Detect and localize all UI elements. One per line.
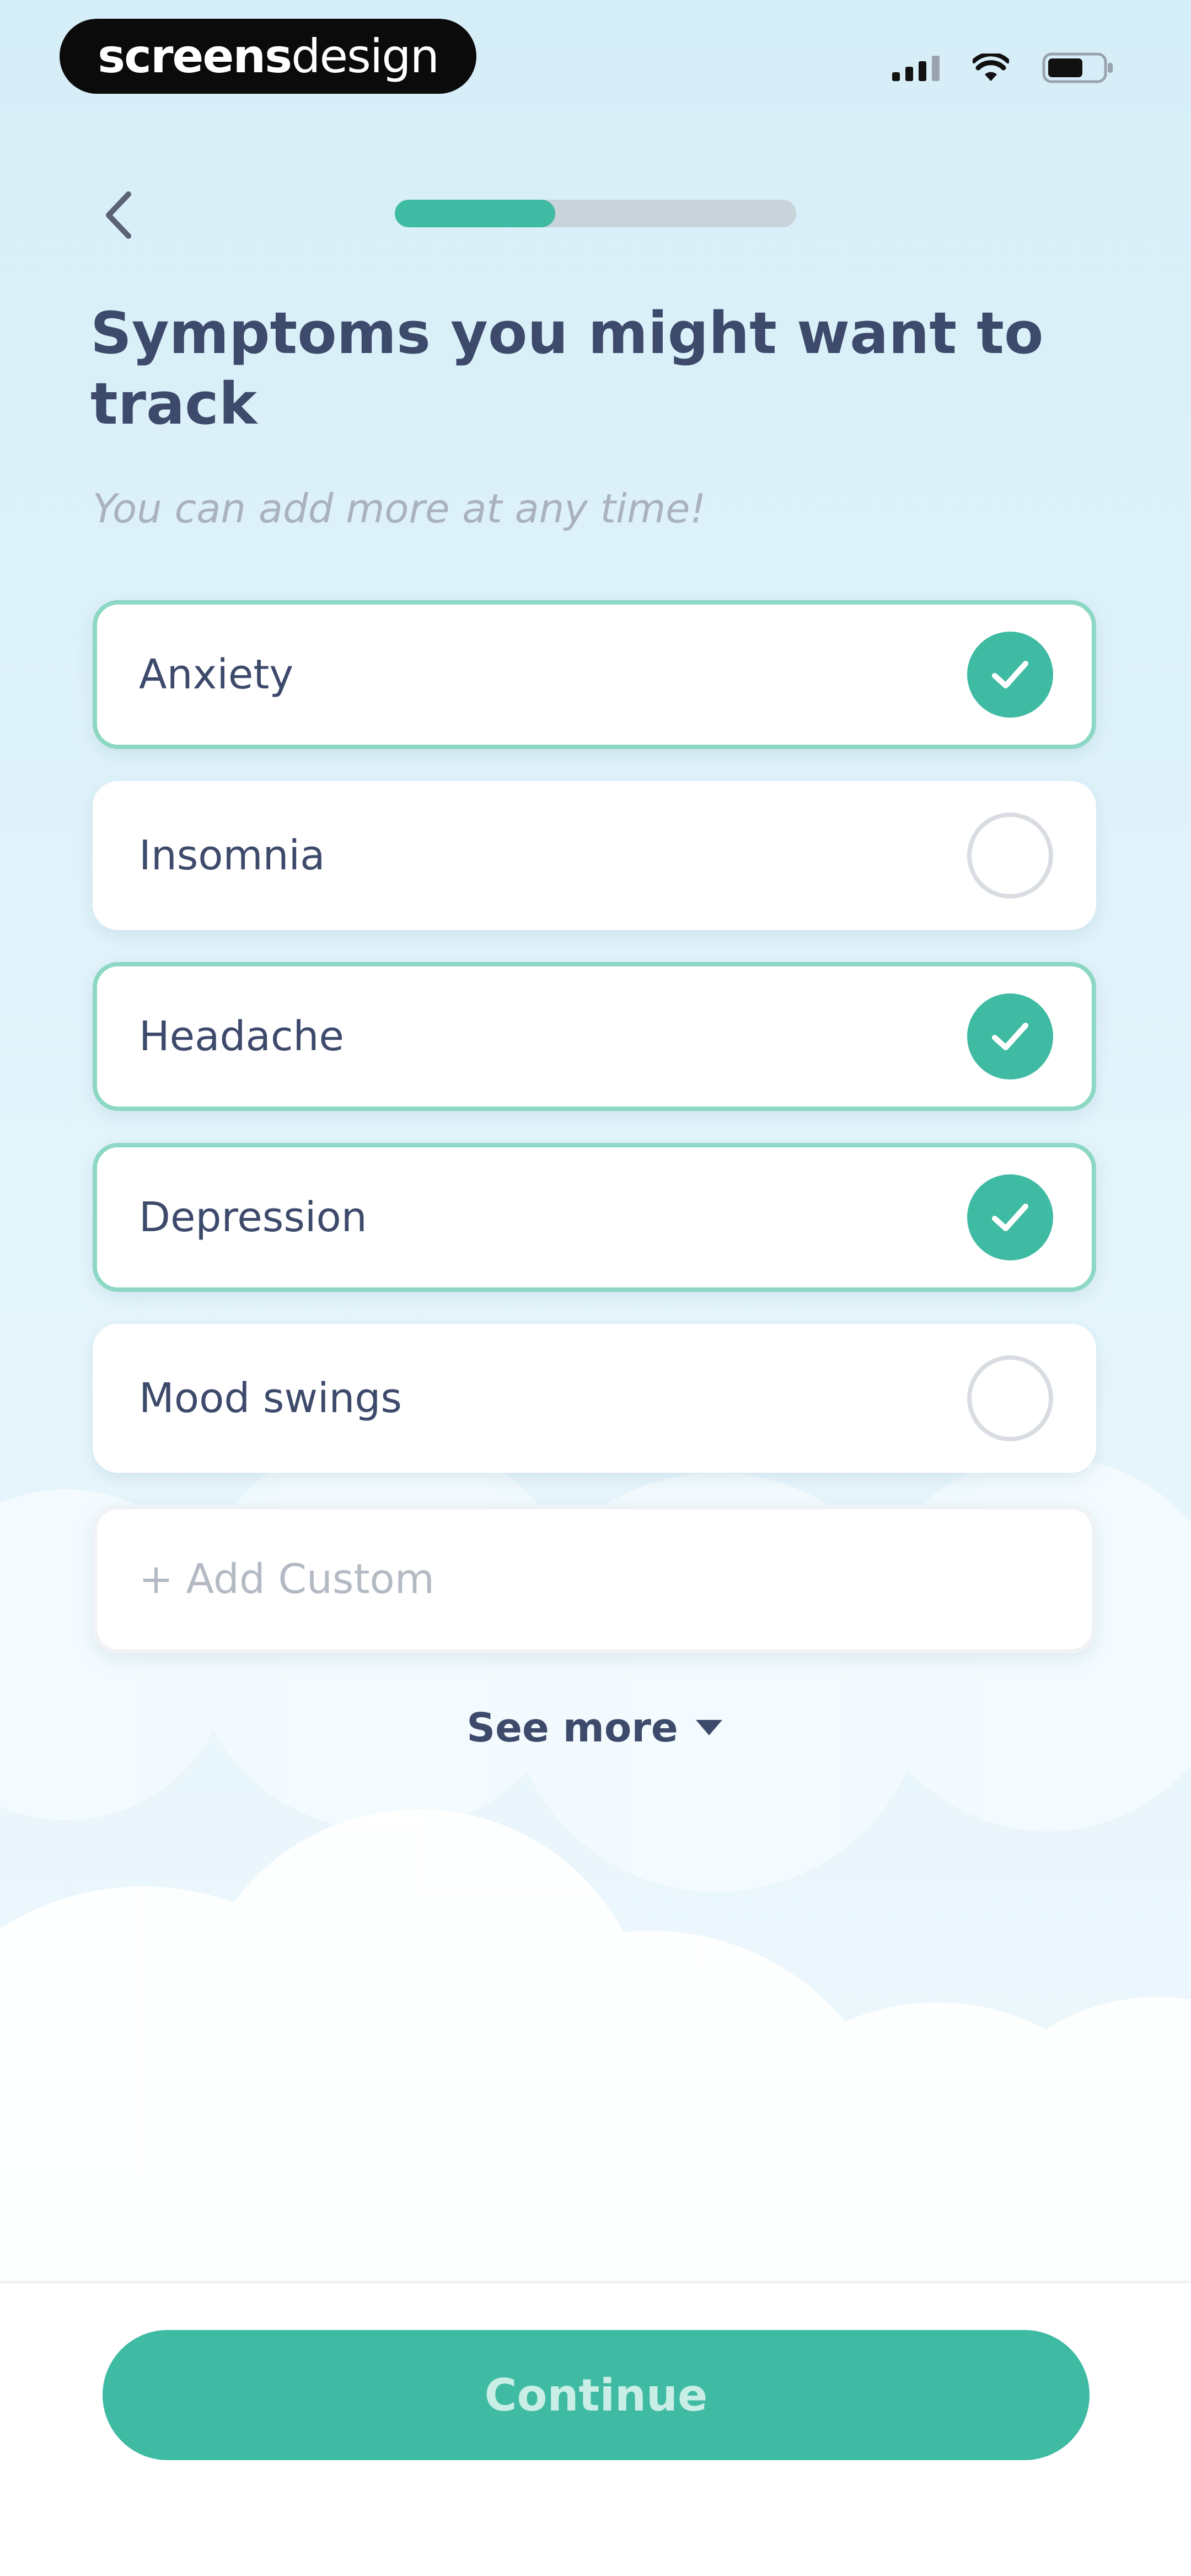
caret-down-icon — [695, 1720, 722, 1735]
option-headache[interactable]: Headache — [93, 962, 1096, 1111]
page-title: Symptoms you might want to track — [90, 300, 1044, 437]
progress-bar — [395, 200, 796, 227]
page-subtitle: You can add more at any time! — [93, 485, 706, 532]
option-label: Depression — [139, 1194, 367, 1241]
check-icon — [967, 993, 1053, 1079]
option-label: Mood swings — [139, 1375, 402, 1422]
signal-icon — [892, 55, 940, 81]
check-icon — [967, 1174, 1053, 1260]
option-label: Insomnia — [139, 832, 325, 879]
symptom-options-list: Anxiety Insomnia Headache Depression Moo… — [93, 600, 1096, 1686]
see-more-button[interactable]: See more — [0, 1704, 1191, 1751]
option-label: Anxiety — [139, 651, 294, 698]
check-icon — [967, 632, 1053, 718]
brand-bold: screens — [98, 29, 292, 83]
option-depression[interactable]: Depression — [93, 1143, 1096, 1292]
progress-fill — [395, 200, 556, 227]
brand-light: design — [291, 29, 439, 83]
status-icons — [892, 49, 1114, 87]
continue-button[interactable]: Continue — [103, 2330, 1090, 2460]
add-custom-placeholder: + Add Custom — [139, 1556, 434, 1603]
back-button[interactable] — [94, 182, 143, 248]
option-anxiety[interactable]: Anxiety — [93, 600, 1096, 749]
brand-logo-text: screensdesign — [98, 29, 439, 83]
option-insomnia[interactable]: Insomnia — [93, 781, 1096, 930]
radio-empty-icon — [967, 1355, 1053, 1441]
brand-badge: screensdesign — [60, 19, 476, 94]
add-custom-input[interactable]: + Add Custom — [93, 1505, 1096, 1654]
battery-icon — [1042, 52, 1113, 83]
screen: screensdesign Symptoms you might want to… — [0, 0, 1191, 2576]
option-mood-swings[interactable]: Mood swings — [93, 1324, 1096, 1473]
option-label: Headache — [139, 1013, 344, 1060]
chevron-left-icon — [106, 191, 131, 239]
continue-label: Continue — [484, 2369, 708, 2421]
radio-empty-icon — [967, 813, 1053, 899]
wifi-icon — [973, 54, 1009, 81]
see-more-label: See more — [466, 1704, 678, 1751]
